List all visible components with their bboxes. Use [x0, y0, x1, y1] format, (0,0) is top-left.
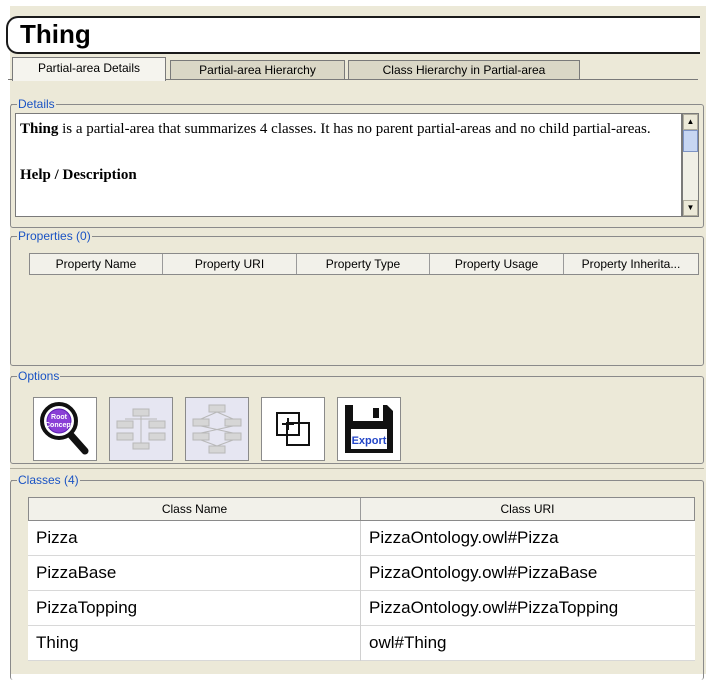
col-class-uri[interactable]: Class URI	[361, 498, 694, 520]
add-frame-icon	[276, 412, 310, 446]
scroll-thumb[interactable]	[683, 130, 698, 152]
export-button[interactable]: Export	[337, 397, 401, 461]
col-property-uri[interactable]: Property URI	[163, 254, 297, 274]
class-uri-cell: PizzaOntology.owl#PizzaBase	[360, 556, 695, 591]
separator	[10, 468, 704, 469]
col-class-name[interactable]: Class Name	[29, 498, 361, 520]
classes-table-body: Pizza PizzaOntology.owl#Pizza PizzaBase …	[28, 521, 695, 661]
class-name-cell: Thing	[36, 633, 79, 652]
details-scrollbar[interactable]: ▲ ▼	[682, 113, 699, 217]
scroll-up-icon[interactable]: ▲	[683, 114, 698, 130]
col-property-type[interactable]: Property Type	[297, 254, 430, 274]
tab-class-hierarchy[interactable]: Class Hierarchy in Partial-area	[348, 60, 580, 80]
title-box: Thing	[6, 16, 700, 54]
table-row[interactable]: Thing owl#Thing	[28, 626, 695, 661]
scroll-down-icon[interactable]: ▼	[683, 200, 698, 216]
help-heading: Help / Description	[20, 167, 137, 183]
hierarchy-icon	[116, 408, 166, 450]
class-uri-cell: PizzaOntology.owl#PizzaTopping	[360, 591, 695, 626]
table-row[interactable]: PizzaBase PizzaOntology.owl#PizzaBase	[28, 556, 695, 591]
page-title: Thing	[20, 19, 91, 49]
classes-table-header: Class Name Class URI	[28, 497, 695, 521]
add-frame-button[interactable]	[261, 397, 325, 461]
tab-partial-area-hierarchy[interactable]: Partial-area Hierarchy	[170, 60, 345, 80]
svg-text:Concept: Concept	[45, 422, 74, 429]
classes-legend: Classes (4)	[11, 473, 80, 487]
properties-table-header: Property Name Property URI Property Type…	[29, 253, 699, 275]
expanded-hierarchy-button[interactable]	[185, 397, 249, 461]
details-text-area[interactable]: Thing is a partial-area that summarizes …	[15, 113, 682, 217]
export-save-icon: Export	[345, 405, 393, 453]
root-concept-search-icon: Root Concept	[40, 402, 89, 455]
options-legend: Options	[10, 369, 61, 383]
svg-text:Root: Root	[51, 414, 68, 421]
class-name-cell: Pizza	[36, 528, 78, 547]
root-concept-button[interactable]: Root Concept	[33, 397, 97, 461]
class-uri-cell: owl#Thing	[360, 626, 695, 661]
svg-text:Export: Export	[352, 435, 387, 447]
details-group: Details Thing is a partial-area that sum…	[10, 97, 704, 228]
hierarchy-button[interactable]	[109, 397, 173, 461]
tab-bar: Partial-area Details Partial-area Hierar…	[8, 57, 698, 81]
details-subject: Thing	[20, 121, 59, 137]
properties-group: Properties (0) Property Name Property UR…	[10, 229, 704, 366]
expanded-hierarchy-icon	[192, 404, 242, 454]
options-group: Options Root Concept Export	[10, 369, 704, 464]
details-summary: is a partial-area that summarizes 4 clas…	[58, 121, 651, 137]
class-name-cell: PizzaBase	[36, 563, 117, 582]
col-property-inheritance[interactable]: Property Inherita...	[564, 254, 698, 274]
class-uri-cell: PizzaOntology.owl#Pizza	[360, 521, 695, 556]
class-name-cell: PizzaTopping	[36, 598, 138, 617]
details-legend: Details	[11, 97, 56, 111]
col-property-name[interactable]: Property Name	[30, 254, 163, 274]
table-row[interactable]: PizzaTopping PizzaOntology.owl#PizzaTopp…	[28, 591, 695, 626]
properties-legend: Properties (0)	[11, 229, 92, 243]
properties-table-body	[29, 275, 699, 355]
tab-partial-area-details[interactable]: Partial-area Details	[12, 57, 166, 81]
table-row[interactable]: Pizza PizzaOntology.owl#Pizza	[28, 521, 695, 556]
col-property-usage[interactable]: Property Usage	[430, 254, 564, 274]
